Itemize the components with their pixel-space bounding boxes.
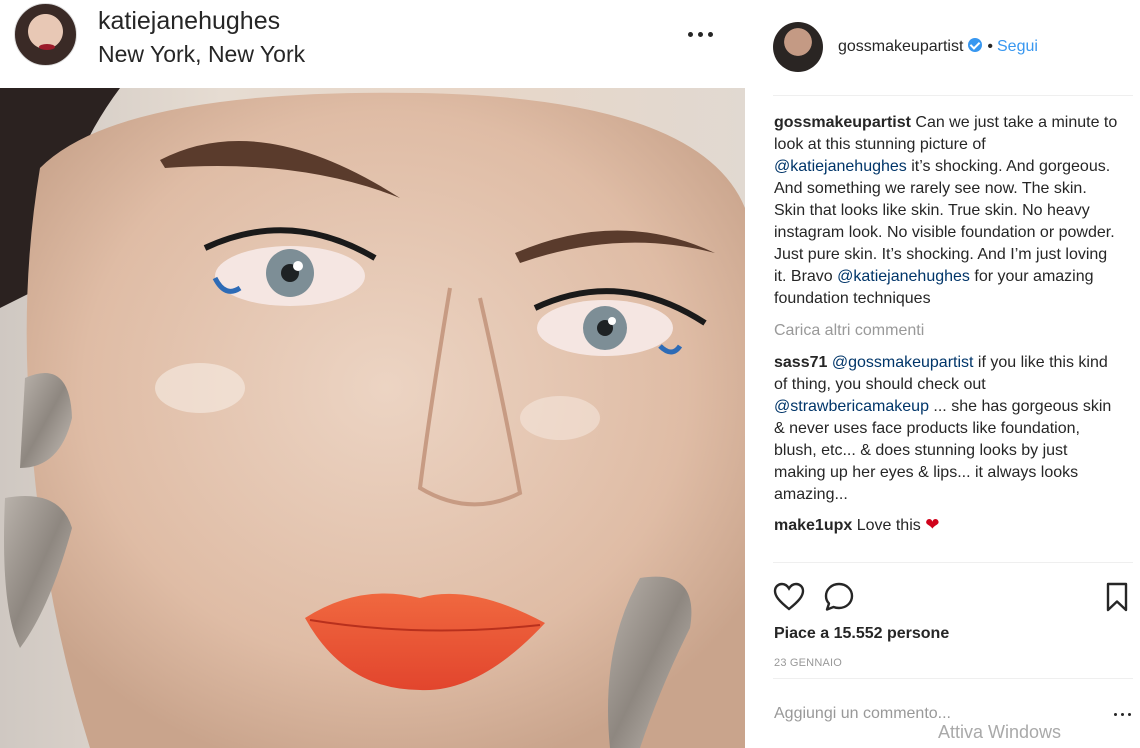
portrait-illustration — [0, 88, 745, 748]
likes-count[interactable]: Piace a 15.552 persone — [774, 625, 949, 643]
verified-badge-icon — [968, 38, 983, 52]
caption-mention[interactable]: @katiejanehughes — [837, 268, 970, 285]
panel-header: gossmakeupartist • Segui — [773, 0, 1133, 96]
red-heart-emoji-icon: ❤ — [925, 515, 940, 534]
post-date: 23 GENNAIO — [774, 657, 843, 669]
post-header: katiejanehughes New York, New York — [0, 0, 745, 88]
post-author-username[interactable]: katiejanehughes — [98, 6, 280, 36]
post-author-avatar[interactable] — [14, 3, 77, 66]
comment-input[interactable] — [774, 705, 1074, 723]
owner-username[interactable]: gossmakeupartist — [838, 38, 963, 55]
comment-item: make1upx Love this ❤ — [774, 514, 1119, 537]
comment-mention[interactable]: @strawbericamakeup — [774, 398, 929, 415]
comment-bubble-icon[interactable] — [823, 581, 857, 615]
windows-activation-watermark: Attiva Windows — [938, 722, 1062, 742]
comments-list: gossmakeupartist Can we just take a minu… — [774, 112, 1119, 537]
load-more-comments[interactable]: Carica altri commenti — [774, 320, 1119, 342]
separator-dot: • — [987, 38, 993, 55]
owner-line: gossmakeupartist • Segui — [838, 37, 1038, 57]
caption-username[interactable]: gossmakeupartist — [774, 114, 911, 131]
post-side-panel: gossmakeupartist • Segui gossmakeupartist … — [745, 0, 1140, 748]
bookmark-icon[interactable] — [1101, 581, 1135, 615]
comment-mention[interactable]: @gossmakeupartist — [832, 354, 974, 371]
comment-item: sass71 @gossmakeupartist if you like thi… — [774, 352, 1119, 506]
more-options-icon[interactable] — [1113, 709, 1133, 719]
caption-mention[interactable]: @katiejanehughes — [774, 158, 907, 175]
owner-avatar[interactable] — [773, 22, 823, 72]
post-actions: Piace a 15.552 persone 23 GENNAIO — [773, 562, 1133, 678]
caption-text: it’s shocking. And gorgeous. And somethi… — [774, 158, 1115, 285]
comment-username[interactable]: make1upx — [774, 517, 852, 534]
comment-username[interactable]: sass71 — [774, 354, 827, 371]
more-dots-icon[interactable] — [686, 22, 716, 46]
follow-button[interactable]: Segui — [997, 38, 1038, 55]
caption: gossmakeupartist Can we just take a minu… — [774, 112, 1119, 310]
post-photo[interactable] — [0, 88, 745, 748]
post-location[interactable]: New York, New York — [98, 40, 305, 68]
comment-text: Love this — [852, 517, 926, 534]
heart-icon[interactable] — [773, 581, 807, 615]
